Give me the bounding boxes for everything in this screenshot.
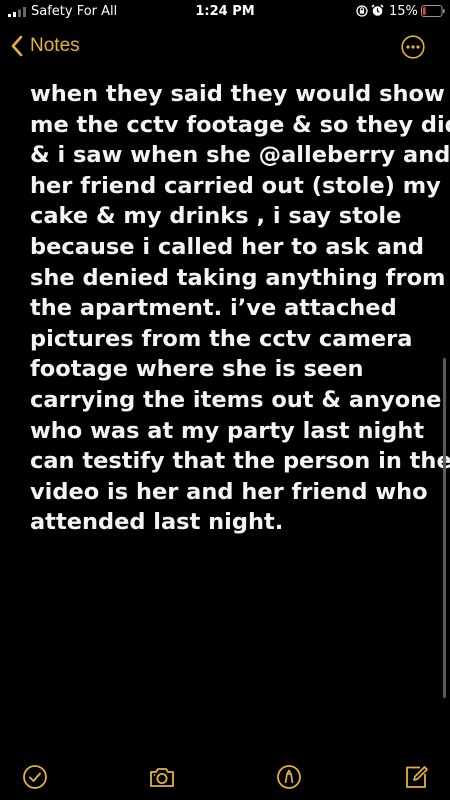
rotation-lock-icon bbox=[356, 5, 368, 17]
note-line: carrying the items out & anyone bbox=[30, 386, 442, 413]
more-icon[interactable] bbox=[401, 35, 425, 59]
scroll-indicator[interactable] bbox=[443, 358, 446, 698]
note-line: footage where she is seen bbox=[30, 356, 364, 383]
note-line: when they said they would show bbox=[30, 81, 445, 107]
note-line: me the cctv footage & so they did bbox=[30, 111, 450, 138]
checklist-button[interactable] bbox=[22, 764, 48, 790]
note-line: pictures from the cctv camera bbox=[30, 325, 413, 352]
compose-button[interactable] bbox=[403, 764, 429, 790]
note-line: attended last night. bbox=[30, 509, 284, 536]
battery-percent: 15% bbox=[389, 4, 418, 19]
back-label: Notes bbox=[30, 35, 80, 56]
camera-icon bbox=[150, 768, 174, 787]
markup-button[interactable] bbox=[276, 764, 302, 790]
note-line: & i saw when she @alleberry and bbox=[30, 142, 450, 169]
note-line: who was at my party last night bbox=[30, 417, 425, 444]
bottom-toolbar bbox=[0, 755, 450, 800]
camera-button[interactable] bbox=[148, 764, 176, 790]
note-line: her friend carried out (stole) my bbox=[30, 172, 441, 199]
note-line: because i called her to ask and bbox=[30, 233, 425, 260]
status-bar: Safety For All 1:24 PM 15% bbox=[0, 0, 450, 24]
note-line: she denied taking anything from bbox=[30, 264, 446, 291]
note-line: the apartment. i’ve attached bbox=[30, 295, 397, 322]
note-line: video is her and her friend who bbox=[30, 478, 428, 505]
chevron-left-icon bbox=[11, 35, 23, 57]
battery-icon bbox=[421, 5, 445, 17]
back-button[interactable]: Notes bbox=[10, 33, 80, 59]
note-text[interactable]: when they said they would show me the cct… bbox=[30, 79, 450, 538]
compose-icon bbox=[406, 766, 428, 788]
note-line: cake & my drinks , i say stole bbox=[30, 203, 402, 230]
nav-bar: Notes bbox=[0, 24, 450, 68]
note-line: can testify that the person in the bbox=[30, 448, 450, 475]
checklist-icon bbox=[23, 765, 47, 789]
alarm-icon bbox=[371, 4, 384, 16]
markup-icon bbox=[277, 765, 301, 789]
